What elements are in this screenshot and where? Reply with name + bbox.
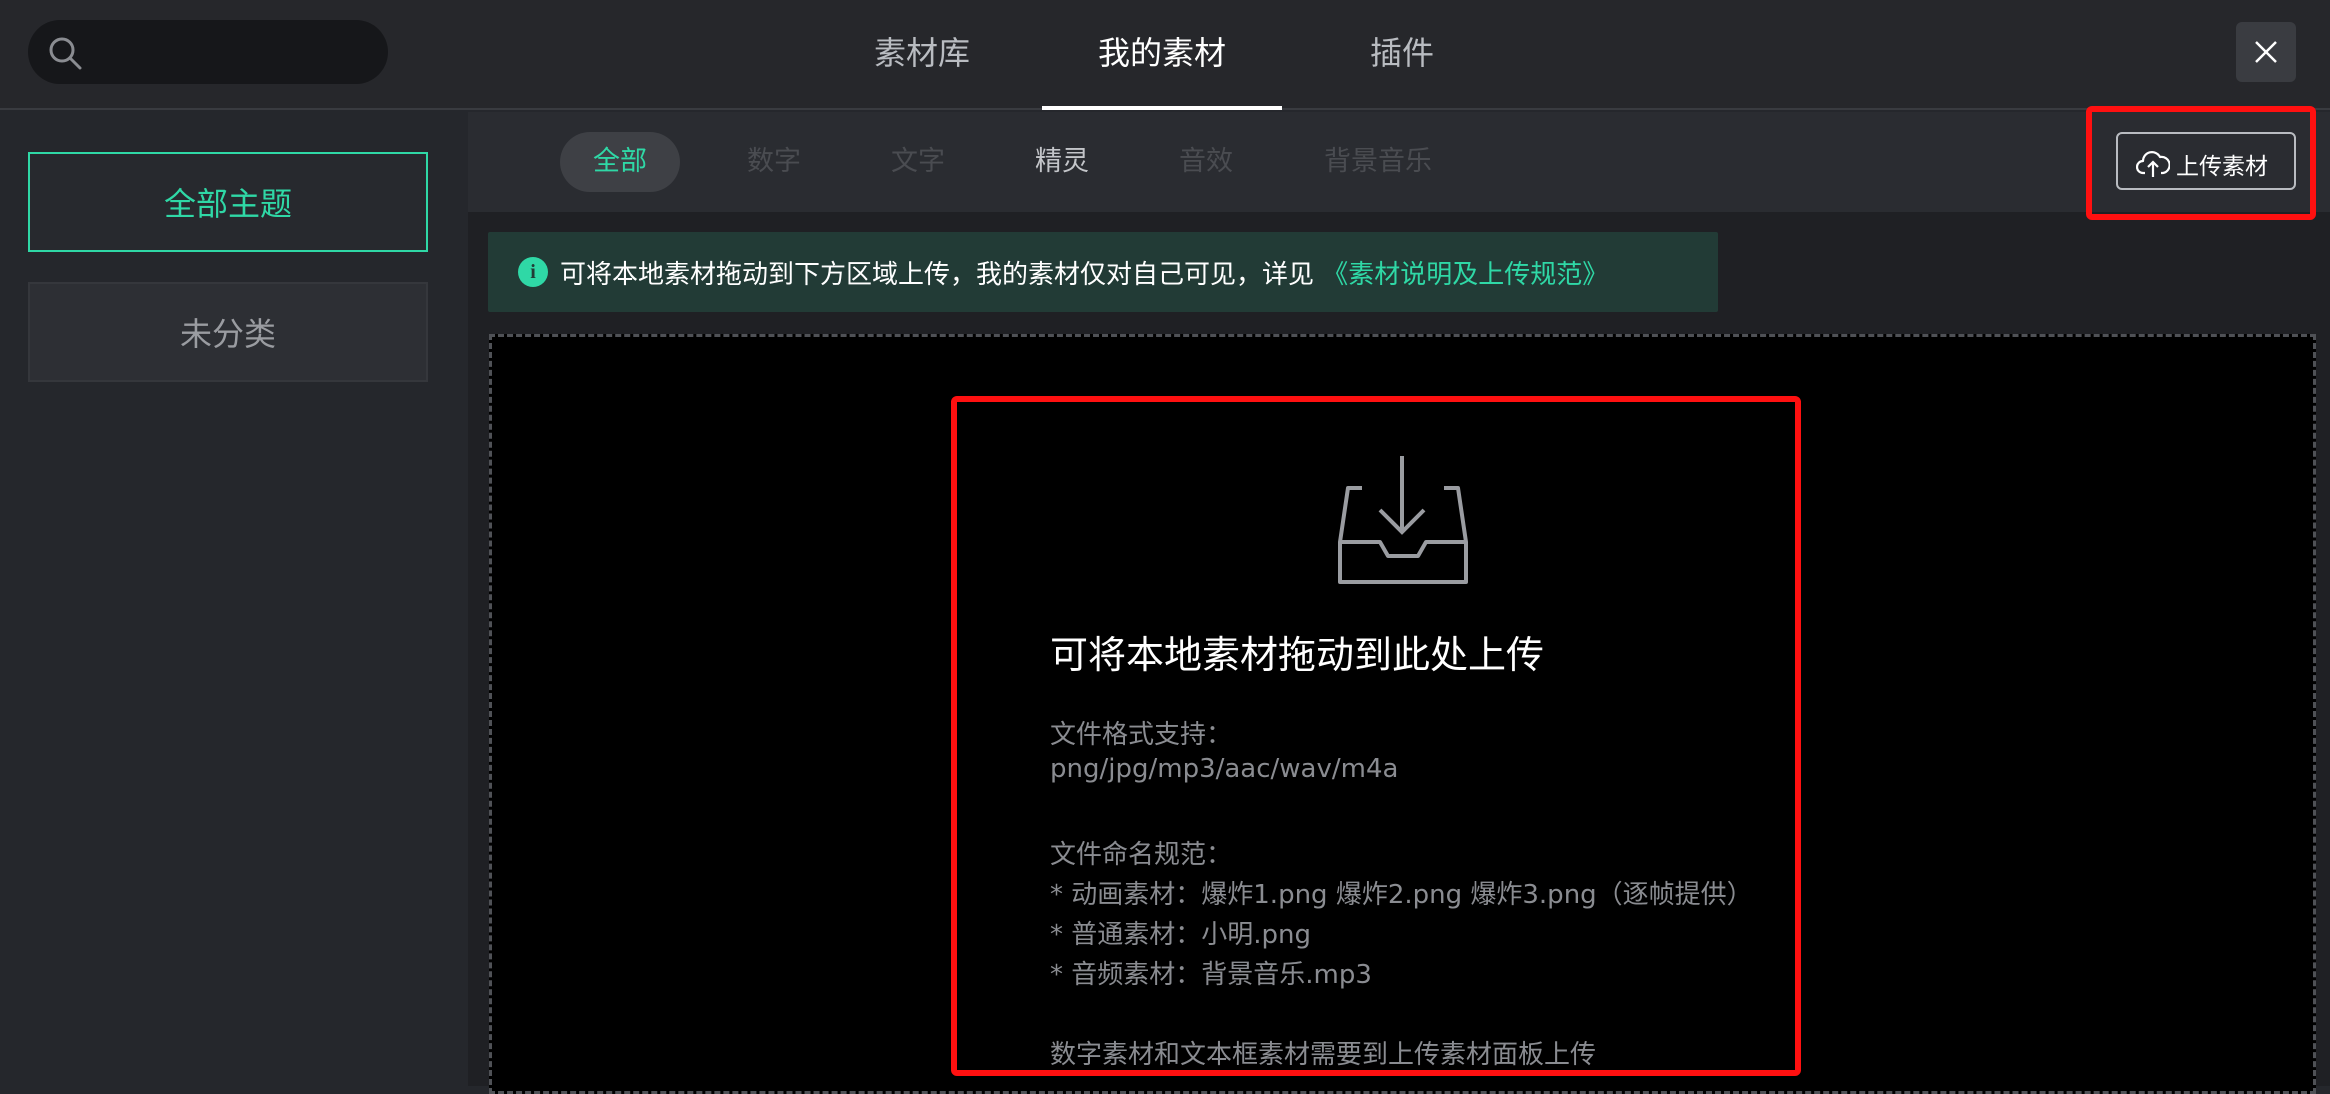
supported-formats: png/jpg/mp3/aac/wav/m4a [1050, 754, 1399, 784]
category-tabs: 全部 数字 文字 精灵 音效 背景音乐 [468, 112, 2330, 212]
subtab-background-music[interactable]: 背景音乐 [1298, 132, 1458, 192]
material-guidelines-link[interactable]: 《素材说明及上传规范》 [1322, 260, 1608, 290]
subtab-sound-effects[interactable]: 音效 [1156, 132, 1256, 192]
upload-notice-banner: i 可将本地素材拖动到下方区域上传，我的素材仅对自己可见，详见 《素材说明及上传… [488, 232, 1718, 312]
sidebar-item-all-themes[interactable]: 全部主题 [28, 152, 428, 252]
close-button[interactable] [2236, 22, 2296, 82]
active-tab-indicator [1042, 106, 1282, 110]
naming-rule-animation: * 动画素材：爆炸1.png 爆炸2.png 爆炸3.png（逐帧提供） [1050, 880, 1753, 910]
search-input[interactable] [28, 20, 388, 84]
upload-button-label: 上传素材 [2176, 154, 2268, 180]
upload-drop-zone[interactable] [489, 334, 2316, 1094]
notice-text: 可将本地素材拖动到下方区域上传，我的素材仅对自己可见，详见 《素材说明及上传规范… [560, 254, 1608, 291]
subtab-sprites[interactable]: 精灵 [1012, 132, 1112, 192]
info-icon: i [518, 257, 548, 287]
subtab-numbers[interactable]: 数字 [724, 132, 824, 192]
sidebar: 全部主题 未分类 [0, 112, 468, 1086]
subtab-all[interactable]: 全部 [560, 132, 680, 192]
format-label: 文件格式支持： [1050, 720, 1233, 750]
sidebar-item-uncategorized[interactable]: 未分类 [28, 282, 428, 382]
search-icon [49, 37, 82, 70]
tab-my-materials[interactable]: 我的素材 [1042, 0, 1282, 110]
upload-material-button[interactable]: 上传素材 [2116, 132, 2296, 190]
upload-cloud-icon [2136, 151, 2170, 177]
tab-material-library[interactable]: 素材库 [862, 0, 982, 110]
naming-rule-audio: * 音频素材：背景音乐.mp3 [1050, 960, 1372, 990]
tab-plugins[interactable]: 插件 [1340, 0, 1464, 110]
naming-rule-normal: * 普通素材：小明.png [1050, 920, 1312, 950]
naming-label: 文件命名规范： [1050, 840, 1233, 870]
inbox-download-icon [1338, 456, 1468, 584]
drop-zone-title: 可将本地素材拖动到此处上传 [1050, 633, 1545, 677]
drop-zone-footer-note: 数字素材和文本框素材需要到上传素材面板上传 [1050, 1040, 1597, 1070]
notice-message: 可将本地素材拖动到下方区域上传，我的素材仅对自己可见，详见 [560, 260, 1315, 290]
subtab-text[interactable]: 文字 [868, 132, 968, 192]
top-bar: 素材库 我的素材 插件 [0, 0, 2330, 110]
close-icon [2255, 41, 2277, 63]
